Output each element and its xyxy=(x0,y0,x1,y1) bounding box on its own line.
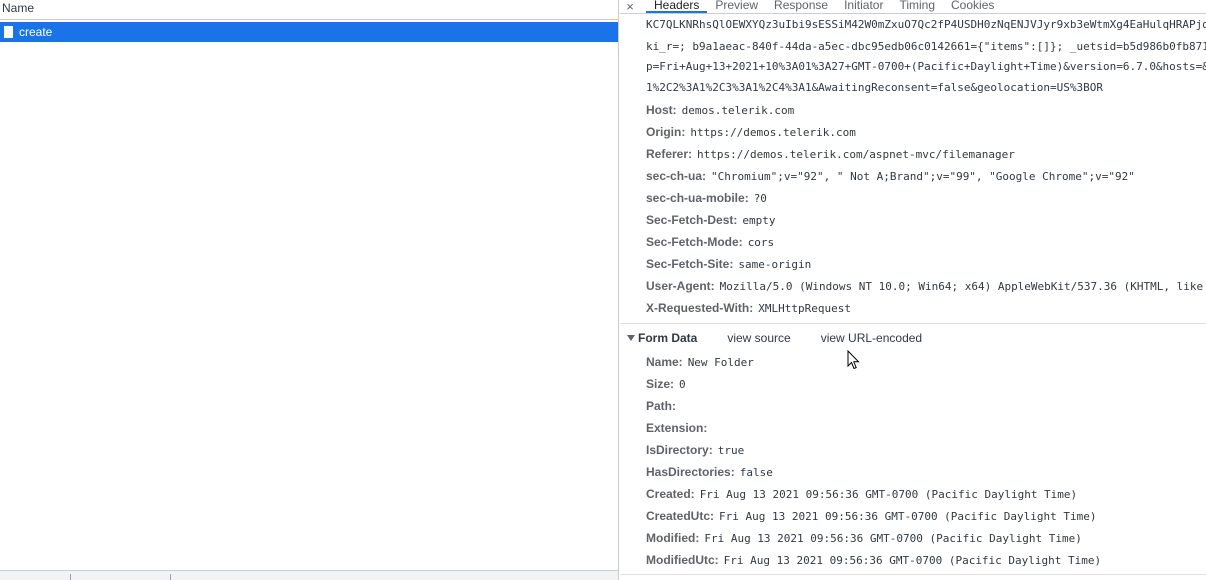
form-key: Modified: xyxy=(646,531,700,545)
section-divider xyxy=(620,574,1206,575)
header-value: https://demos.telerik.com xyxy=(690,126,856,139)
header-row-x-requested-with: X-Requested-With: XMLHttpRequest xyxy=(646,301,851,316)
header-row-sec-fetch-dest: Sec-Fetch-Dest: empty xyxy=(646,213,775,228)
header-row-sec-fetch-mode: Sec-Fetch-Mode: cors xyxy=(646,235,774,250)
header-value: XMLHttpRequest xyxy=(758,302,851,315)
form-row-size: Size: 0 xyxy=(646,377,686,392)
tab-cookies[interactable]: Cookies xyxy=(943,0,1002,13)
form-value: true xyxy=(717,444,745,457)
tab-initiator[interactable]: Initiator xyxy=(836,0,891,13)
form-row-createdutc: CreatedUtc: Fri Aug 13 2021 09:56:36 GMT-… xyxy=(646,509,1097,524)
cookie-value-line: KC7QLKNRhsQlOEWXYQz3uIbi9sESSiM42W0mZxuO… xyxy=(646,18,1206,31)
devtools-network-panel: Name create × Headers Preview Response I… xyxy=(0,0,1206,580)
request-row-create[interactable]: create xyxy=(0,22,618,42)
form-value: false xyxy=(739,466,773,479)
form-key: Size: xyxy=(646,377,675,391)
header-value: https://demos.telerik.com/aspnet-mvc/fil… xyxy=(697,148,1015,161)
form-key: Path: xyxy=(646,399,676,413)
form-row-name: Name: New Folder xyxy=(646,355,754,370)
header-key: Sec-Fetch-Dest: xyxy=(646,213,738,227)
form-row-hasdirectories: HasDirectories: false xyxy=(646,465,773,480)
tab-response[interactable]: Response xyxy=(766,0,836,13)
form-value: 0 xyxy=(679,378,686,391)
tab-preview[interactable]: Preview xyxy=(707,0,766,13)
header-value: demos.telerik.com xyxy=(681,104,795,117)
header-key: Referer: xyxy=(646,147,693,161)
cookie-value-line: ki_r=; b9a1aeac-840f-44da-a5ec-dbc95edb0… xyxy=(646,40,1206,53)
status-bar xyxy=(0,570,618,580)
form-key: IsDirectory: xyxy=(646,443,713,457)
header-row-referer: Referer: https://demos.telerik.com/aspnet… xyxy=(646,147,1015,162)
form-value: Fri Aug 13 2021 09:56:36 GMT-0700 (Pacif… xyxy=(719,510,1097,523)
form-value: Fri Aug 13 2021 09:56:36 GMT-0700 (Pacif… xyxy=(699,488,1078,501)
view-source-link[interactable]: view source xyxy=(727,331,790,345)
cookie-value-line: p=Fri+Aug+13+2021+10%3A01%3A27+GMT-0700+… xyxy=(646,60,1206,73)
header-value: empty xyxy=(742,214,776,227)
tab-timing[interactable]: Timing xyxy=(891,0,943,13)
form-row-extension: Extension: xyxy=(646,421,712,436)
header-key: User-Agent: xyxy=(646,279,715,293)
header-row-host: Host: demos.telerik.com xyxy=(646,103,794,118)
document-icon xyxy=(4,26,13,38)
form-row-modified: Modified: Fri Aug 13 2021 09:56:36 GMT-07… xyxy=(646,531,1082,546)
detail-tab-bar: × Headers Preview Response Initiator Tim… xyxy=(620,0,1206,14)
form-row-modifiedutc: ModifiedUtc: Fri Aug 13 2021 09:56:36 GMT… xyxy=(646,553,1101,568)
expand-triangle-icon[interactable] xyxy=(627,335,635,341)
request-detail-pane: × Headers Preview Response Initiator Tim… xyxy=(620,0,1206,580)
header-key: Sec-Fetch-Site: xyxy=(646,257,734,271)
mouse-cursor-icon xyxy=(847,350,860,370)
form-key: Created: xyxy=(646,487,695,501)
form-key: HasDirectories: xyxy=(646,465,735,479)
form-key: ModifiedUtc: xyxy=(646,553,719,567)
form-value: New Folder xyxy=(687,356,754,369)
close-icon[interactable]: × xyxy=(620,0,640,13)
form-data-header: Form Data view source view URL-encoded xyxy=(627,330,952,346)
header-key: sec-ch-ua: xyxy=(646,169,707,183)
view-url-encoded-link[interactable]: view URL-encoded xyxy=(821,331,922,345)
header-row-sec-ch-ua-mobile: sec-ch-ua-mobile: ?0 xyxy=(646,191,767,206)
header-key: X-Requested-With: xyxy=(646,301,754,315)
header-row-sec-ch-ua: sec-ch-ua: "Chromium";v="92", " Not A;Bra… xyxy=(646,169,1135,184)
cookie-value-line: 1%2C2%3A1%2C3%3A1%2C4%3A1&AwaitingRecons… xyxy=(646,81,1103,94)
form-row-created: Created: Fri Aug 13 2021 09:56:36 GMT-070… xyxy=(646,487,1077,502)
header-value: same-origin xyxy=(738,258,812,271)
form-row-isdirectory: IsDirectory: true xyxy=(646,443,744,458)
name-column-header[interactable]: Name xyxy=(0,0,618,20)
status-separator xyxy=(70,574,71,580)
header-value: Mozilla/5.0 (Windows NT 10.0; Win64; x64… xyxy=(719,280,1204,293)
request-name: create xyxy=(19,25,53,39)
header-key: sec-ch-ua-mobile: xyxy=(646,191,749,205)
form-value: Fri Aug 13 2021 09:56:36 GMT-0700 (Pacif… xyxy=(704,532,1082,545)
header-row-user-agent: User-Agent: Mozilla/5.0 (Windows NT 10.0;… xyxy=(646,279,1203,294)
header-row-origin: Origin: https://demos.telerik.com xyxy=(646,125,856,140)
section-divider xyxy=(620,323,1206,324)
form-key: Extension: xyxy=(646,421,708,435)
form-data-title[interactable]: Form Data xyxy=(638,331,697,345)
form-row-path: Path: xyxy=(646,399,681,414)
form-key: Name: xyxy=(646,355,683,369)
request-list-pane: Name create xyxy=(0,0,619,580)
tab-headers[interactable]: Headers xyxy=(646,0,708,13)
form-key: CreatedUtc: xyxy=(646,509,715,523)
header-key: Host: xyxy=(646,103,677,117)
header-key: Sec-Fetch-Mode: xyxy=(646,235,743,249)
header-key: Origin: xyxy=(646,125,686,139)
header-value: ?0 xyxy=(753,192,767,205)
header-value: cors xyxy=(747,236,775,249)
header-row-sec-fetch-site: Sec-Fetch-Site: same-origin xyxy=(646,257,811,272)
form-value: Fri Aug 13 2021 09:56:36 GMT-0700 (Pacif… xyxy=(723,554,1102,567)
header-value: "Chromium";v="92", " Not A;Brand";v="99"… xyxy=(711,170,1135,183)
status-separator xyxy=(170,574,171,580)
